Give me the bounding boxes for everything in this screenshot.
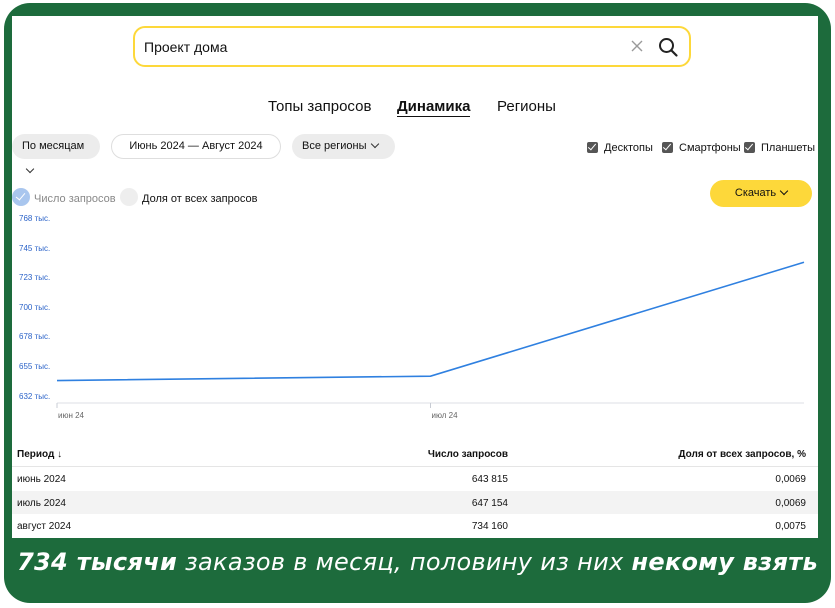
period-mode-label: По месяцам: [22, 140, 85, 152]
caption-highlight: 734 тысячи: [17, 548, 178, 576]
data-table: Период ↓ Число запросов Доля от всех зап…: [12, 441, 818, 538]
y-tick-label: 700 тыс.: [19, 303, 50, 312]
x-tick-label: июл 24: [432, 411, 459, 420]
y-tick-label: 768 тыс.: [19, 214, 50, 223]
cell-period: июль 2024: [17, 497, 66, 509]
promo-caption: 734 тысячи заказов в месяц, половину из …: [0, 548, 835, 576]
period-mode-select[interactable]: По месяцам: [12, 134, 100, 174]
y-tick-label: 655 тыс.: [19, 362, 50, 371]
y-tick-label: 723 тыс.: [19, 273, 50, 282]
search-field[interactable]: Проект дома: [133, 26, 691, 67]
y-tick-label: 678 тыс.: [19, 332, 50, 341]
cell-count: 643 815: [471, 474, 508, 485]
table-row: июль 2024 647 154 0,0069: [12, 490, 818, 514]
download-label: Скачать: [734, 187, 777, 199]
regions-select[interactable]: Все регионы: [292, 134, 395, 159]
close-icon[interactable]: [629, 38, 645, 54]
wordstat-panel: Проект дома Топы запросов Динамика Регио…: [12, 16, 818, 538]
header-share[interactable]: Доля от всех запросов, %: [678, 449, 806, 460]
header-period[interactable]: Период ↓: [17, 449, 62, 460]
tab-tops[interactable]: Топы запросов: [268, 98, 371, 115]
y-tick-label: 745 тыс.: [19, 244, 50, 253]
device-label: Смартфоны: [679, 142, 741, 154]
device-checkbox-smartphone[interactable]: Смартфоны: [662, 140, 741, 154]
chevron-down-icon: [370, 139, 379, 149]
cell-count: 734 160: [471, 521, 508, 532]
device-label: Планшеты: [761, 142, 816, 154]
caption-text: заказов в месяц, половину из них: [177, 548, 632, 576]
regions-label: Все регионы: [302, 140, 367, 152]
table-row: август 2024 734 160 0,0075: [12, 514, 818, 538]
radio-unchecked-icon[interactable]: [120, 188, 138, 206]
metric-radio-share[interactable]: Доля от всех запросов: [120, 184, 258, 206]
tab-dynamics[interactable]: Динамика: [397, 98, 471, 117]
download-button[interactable]: Скачать: [710, 180, 812, 207]
series-line: [56, 261, 805, 382]
checkbox-checked-icon[interactable]: [662, 142, 673, 153]
chevron-down-icon: [25, 164, 35, 174]
screenshot-frame: Проект дома Топы запросов Динамика Регио…: [0, 0, 835, 608]
device-label: Десктопы: [604, 142, 653, 154]
radio-checked-icon[interactable]: [12, 188, 30, 206]
tabs-bar: Топы запросов Динамика Регионы: [12, 98, 818, 122]
cell-period: август 2024: [17, 521, 72, 532]
metric-label: Доля от всех запросов: [142, 193, 258, 205]
checkbox-checked-icon[interactable]: [744, 142, 755, 153]
device-checkbox-desktop[interactable]: Десктопы: [587, 140, 653, 154]
chevron-down-icon: [779, 186, 789, 196]
line-chart: 768 тыс. 745 тыс. 723 тыс. 700 тыс. 678 тыс.…: [19, 214, 805, 420]
cell-period: июнь 2024: [17, 474, 66, 485]
tab-regions[interactable]: Регионы: [497, 98, 556, 115]
search-input[interactable]: Проект дома: [144, 39, 227, 55]
cell-share: 0,0075: [775, 521, 806, 532]
table-row: июнь 2024 643 815 0,0069: [12, 467, 818, 491]
table-header: Период ↓ Число запросов Доля от всех зап…: [12, 441, 818, 467]
checkbox-checked-icon[interactable]: [587, 142, 598, 153]
metric-radio-count[interactable]: Число запросов: [12, 184, 116, 206]
x-tick-label: июн 24: [58, 411, 85, 420]
caption-highlight: некому взять: [631, 548, 818, 576]
header-count[interactable]: Число запросов: [428, 449, 508, 460]
date-range-label: Июнь 2024 — Август 2024: [129, 140, 263, 152]
cell-count: 647 154: [471, 497, 508, 509]
device-checkbox-tablet[interactable]: Планшеты: [744, 140, 815, 154]
date-range-picker[interactable]: Июнь 2024 — Август 2024: [111, 134, 281, 159]
search-icon[interactable]: [657, 36, 679, 58]
cell-share: 0,0069: [775, 474, 806, 485]
metric-label: Число запросов: [34, 193, 116, 205]
cell-share: 0,0069: [775, 497, 806, 509]
y-tick-label: 632 тыс.: [19, 392, 50, 401]
